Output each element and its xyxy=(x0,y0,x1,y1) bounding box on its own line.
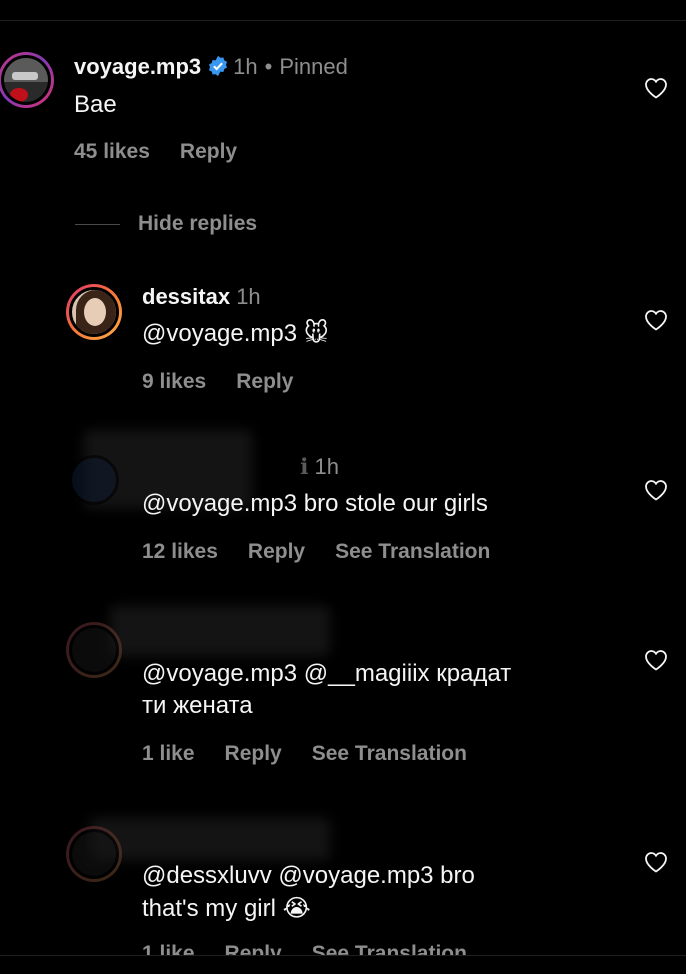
reply-button[interactable]: Reply xyxy=(180,140,237,163)
likes-count[interactable]: 45 likes xyxy=(74,140,150,163)
comment-text: Bae xyxy=(74,91,117,118)
hide-replies-toggle[interactable]: Hide replies xyxy=(75,208,257,240)
heart-icon[interactable] xyxy=(644,77,668,99)
comment-actions: 12 likes Reply See Translation xyxy=(142,540,520,564)
avatar-image xyxy=(69,625,119,675)
comment-text-line: ти жената xyxy=(142,692,253,719)
username[interactable]: dessitax xyxy=(142,284,230,309)
see-translation-button[interactable]: See Translation xyxy=(335,540,490,563)
comment-header: voyage.mp3 1h • Pinned xyxy=(74,54,348,80)
hide-replies-label: Hide replies xyxy=(138,212,258,235)
likes-count[interactable]: 9 likes xyxy=(142,370,206,393)
comment-time: 1h xyxy=(236,284,261,309)
redacted-area xyxy=(90,818,330,860)
redacted-area xyxy=(110,606,330,656)
avatar-image xyxy=(1,55,51,105)
see-translation-button[interactable]: See Translation xyxy=(312,742,467,765)
likes-count[interactable]: 12 likes xyxy=(142,540,218,563)
comment-actions: 45 likes Reply xyxy=(74,140,267,164)
heart-icon[interactable] xyxy=(644,649,668,671)
comment-header: dessitax 1h xyxy=(142,284,261,310)
avatar[interactable] xyxy=(66,622,122,678)
bottom-overlay xyxy=(0,955,686,974)
comment-text-line: @dessxluvv @voyage.mp3 bro xyxy=(142,862,475,889)
avatar[interactable] xyxy=(66,826,122,882)
comment-text: @voyage.mp3 🐭 xyxy=(142,320,329,347)
comment-text-line: that's my girl 😭 xyxy=(142,895,311,922)
comment-time: 1h xyxy=(233,54,258,79)
verified-badge-icon xyxy=(209,55,228,77)
likes-count[interactable]: 1 like xyxy=(142,742,195,765)
comment-actions: 1 like Reply See Translation xyxy=(142,742,497,766)
heart-icon[interactable] xyxy=(644,851,668,873)
divider-dash xyxy=(75,223,120,225)
separator: • xyxy=(264,54,273,79)
avatar-image xyxy=(69,829,119,879)
pinned-label: Pinned xyxy=(279,54,348,79)
reply-button[interactable]: Reply xyxy=(225,742,282,765)
comment-text: @voyage.mp3 bro stole our girls xyxy=(142,490,488,517)
comment-header: ℹ 1h xyxy=(300,454,339,479)
username[interactable]: voyage.mp3 xyxy=(74,54,201,79)
avatar[interactable] xyxy=(66,284,122,340)
bottom-divider xyxy=(0,955,686,956)
top-divider xyxy=(0,20,686,21)
avatar-image xyxy=(69,455,119,505)
avatar[interactable] xyxy=(0,52,54,108)
comment-text-line: @voyage.mp3 @__magiiix крадат xyxy=(142,660,512,687)
comment-time: 1h xyxy=(314,454,339,479)
heart-icon[interactable] xyxy=(644,309,668,331)
heart-icon[interactable] xyxy=(644,479,668,501)
avatar-image xyxy=(69,287,119,337)
avatar[interactable] xyxy=(66,452,122,508)
reply-button[interactable]: Reply xyxy=(236,370,293,393)
reply-button[interactable]: Reply xyxy=(248,540,305,563)
comment-actions: 9 likes Reply xyxy=(142,370,323,394)
